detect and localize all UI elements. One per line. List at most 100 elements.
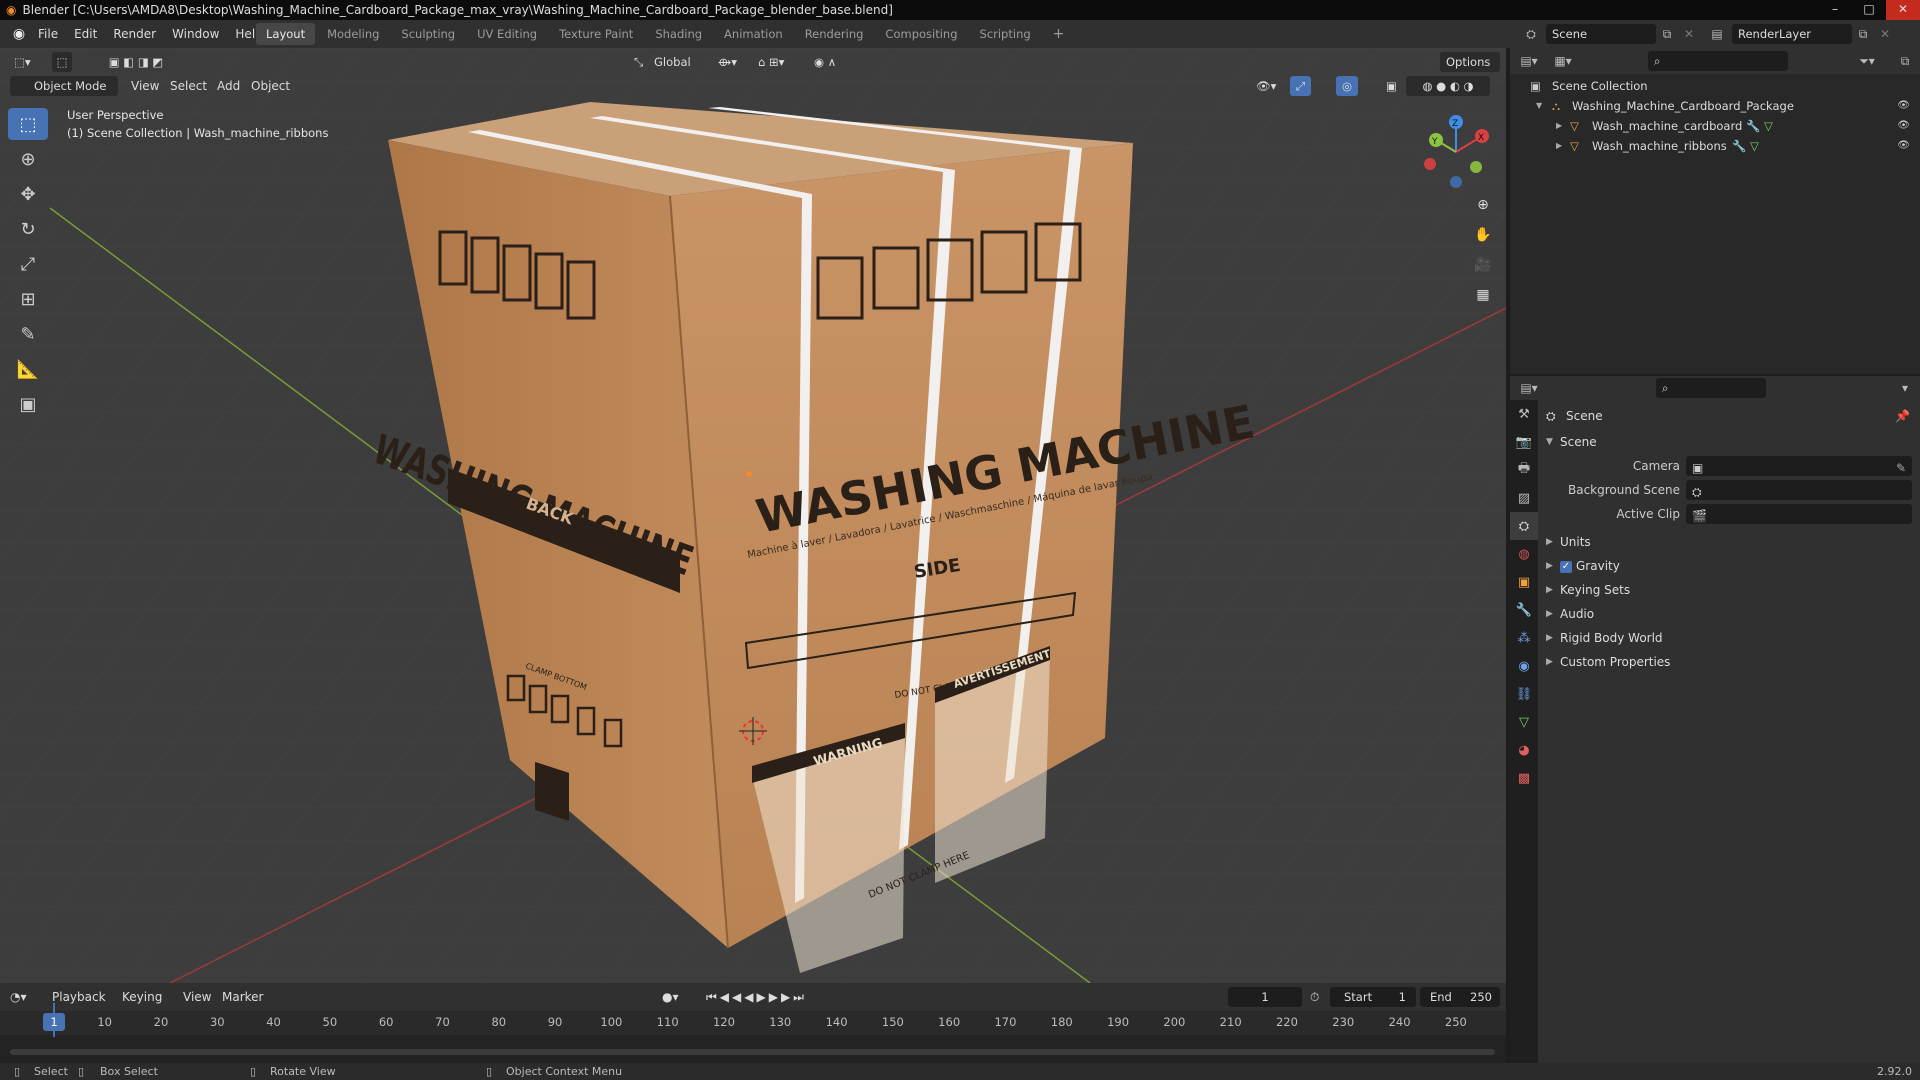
menu-window[interactable]: Window bbox=[164, 20, 227, 48]
viewport-canvas[interactable]: WASHING MACHINE Machine à laver / Lavado… bbox=[0, 48, 1506, 983]
delete-layer-icon[interactable]: ✕ bbox=[1874, 23, 1896, 45]
expand-icon[interactable]: ▶ bbox=[1556, 136, 1562, 156]
outliner-editor-icon[interactable]: ▤▾ bbox=[1518, 50, 1540, 72]
new-scene-icon[interactable]: ⧉ bbox=[1656, 23, 1678, 45]
outliner-row-ribbons[interactable]: ▶ ▽ Wash_machine_ribbons 🔧 ▽ 👁 bbox=[1510, 136, 1920, 156]
add-cube-tool[interactable]: ▣ bbox=[8, 388, 48, 420]
measure-tool[interactable]: 📐 bbox=[8, 353, 48, 385]
tab-scene-icon[interactable]: ⛭ bbox=[1510, 512, 1538, 540]
select-box-tool[interactable]: ⬚ bbox=[8, 108, 48, 140]
outliner-search-input[interactable]: ⌕ bbox=[1648, 51, 1788, 71]
gravity-panel[interactable]: ▶ ✓ Gravity bbox=[1538, 554, 1920, 578]
shading-modes[interactable]: ◍ ● ◐ ◑ bbox=[1406, 76, 1490, 96]
tab-sculpting[interactable]: Sculpting bbox=[391, 23, 465, 45]
tab-scripting[interactable]: Scripting bbox=[970, 23, 1041, 45]
visibility-icon[interactable]: 👁▾ bbox=[1250, 76, 1282, 96]
tab-modeling[interactable]: Modeling bbox=[317, 23, 389, 45]
tab-output-icon[interactable]: 🖶 bbox=[1510, 456, 1538, 484]
gravity-checkbox[interactable]: ✓ bbox=[1560, 560, 1572, 573]
background-scene-field[interactable]: ⛭ bbox=[1686, 480, 1912, 500]
options-dropdown[interactable]: Options bbox=[1440, 52, 1500, 72]
tab-view-layer-icon[interactable]: ▨ bbox=[1510, 484, 1538, 512]
tab-shading[interactable]: Shading bbox=[645, 23, 712, 45]
scene-selector[interactable]: Scene bbox=[1546, 24, 1656, 44]
properties-options-icon[interactable]: ▾ bbox=[1894, 377, 1916, 399]
keying-sets-panel[interactable]: ▶ Keying Sets bbox=[1538, 578, 1920, 602]
menu-view[interactable]: View bbox=[131, 76, 159, 96]
preview-range-icon[interactable]: ⏱ bbox=[1310, 983, 1319, 1011]
camera-view-icon[interactable]: 🎥 bbox=[1470, 252, 1496, 278]
start-frame-field[interactable]: Start 1 bbox=[1330, 987, 1416, 1007]
menu-keying[interactable]: Keying bbox=[122, 983, 162, 1011]
visibility-eye-icon[interactable]: 👁 bbox=[1897, 116, 1910, 136]
eyedropper-icon[interactable]: ✎ bbox=[1896, 456, 1906, 480]
tab-particles-icon[interactable]: ⁂ bbox=[1510, 624, 1538, 652]
properties-editor-icon[interactable]: ▤▾ bbox=[1518, 377, 1540, 399]
select-tool-button[interactable]: ⬚ bbox=[52, 52, 72, 72]
timeline-editor-icon[interactable]: ◔▾ bbox=[10, 983, 27, 1011]
outliner-row-collection[interactable]: ▼ ⛬ Washing_Machine_Cardboard_Package 👁 bbox=[1510, 96, 1920, 116]
delete-scene-icon[interactable]: ✕ bbox=[1678, 23, 1700, 45]
units-panel[interactable]: ▶ Units bbox=[1538, 530, 1920, 554]
expand-icon[interactable]: ▶ bbox=[1556, 116, 1562, 136]
snap-icon[interactable]: ⌂ ⊞▾ bbox=[752, 52, 790, 72]
properties-search-input[interactable]: ⌕ bbox=[1656, 378, 1766, 398]
active-clip-field[interactable]: 🎬 bbox=[1686, 504, 1912, 524]
menu-marker[interactable]: Marker bbox=[222, 983, 263, 1011]
scale-tool[interactable]: ⤢ bbox=[8, 248, 48, 280]
pin-icon[interactable]: 📌 bbox=[1895, 404, 1910, 428]
transform-orientation-icon[interactable]: ⤡ bbox=[628, 52, 649, 72]
camera-field[interactable]: ▣ ✎ bbox=[1686, 456, 1912, 476]
rigid-body-world-panel[interactable]: ▶ Rigid Body World bbox=[1538, 626, 1920, 650]
tab-data-icon[interactable]: ▽ bbox=[1510, 708, 1538, 736]
tab-material-icon[interactable]: ◕ bbox=[1510, 736, 1538, 764]
xray-toggle-icon[interactable]: ▣ bbox=[1380, 76, 1403, 96]
cursor-tool[interactable]: ⊕ bbox=[8, 143, 48, 175]
scene-icon[interactable]: ⛭ bbox=[1520, 23, 1542, 45]
pivot-point-icon[interactable]: ⟴▾ bbox=[712, 52, 743, 72]
tab-constraints-icon[interactable]: ⛓ bbox=[1510, 680, 1538, 708]
frame-ruler[interactable]: 10 20 30 40 50 60 70 80 90 100 110 120 130 140 150 160 1… bbox=[0, 1011, 1506, 1035]
custom-properties-panel[interactable]: ▶ Custom Properties bbox=[1538, 650, 1920, 674]
timeline-scrollbar[interactable] bbox=[10, 1049, 1495, 1055]
tab-render-icon[interactable]: 📷 bbox=[1510, 428, 1538, 456]
new-layer-icon[interactable]: ⧉ bbox=[1852, 23, 1874, 45]
outliner-row-cardboard[interactable]: ▶ ▽ Wash_machine_cardboard 🔧 ▽ 👁 bbox=[1510, 116, 1920, 136]
pan-hand-icon[interactable]: ✋ bbox=[1470, 222, 1496, 248]
collapse-icon[interactable]: ▼ bbox=[1536, 96, 1542, 116]
outliner-row-scene-collection[interactable]: ▣ Scene Collection bbox=[1510, 76, 1920, 96]
render-layer-selector[interactable]: RenderLayer bbox=[1732, 24, 1852, 44]
menu-file[interactable]: File bbox=[30, 20, 66, 48]
navigation-gizmo[interactable]: Z X Y bbox=[1416, 112, 1496, 192]
menu-select[interactable]: Select bbox=[170, 76, 207, 96]
tab-object-icon[interactable]: ▣ bbox=[1510, 568, 1538, 596]
tab-texture-paint[interactable]: Texture Paint bbox=[549, 23, 643, 45]
tab-rendering[interactable]: Rendering bbox=[795, 23, 874, 45]
new-collection-icon[interactable]: ⧉ bbox=[1894, 50, 1916, 72]
tab-texture-icon[interactable]: ▩ bbox=[1510, 764, 1538, 792]
tab-physics-icon[interactable]: ◉ bbox=[1510, 652, 1538, 680]
tab-world-icon[interactable]: ◍ bbox=[1510, 540, 1538, 568]
mode-dropdown[interactable]: Object Mode bbox=[10, 76, 118, 96]
scene-panel-header[interactable]: ▼ Scene bbox=[1538, 430, 1920, 454]
tab-tool-icon[interactable]: ⚒ bbox=[1510, 400, 1538, 428]
display-mode-icon[interactable]: ▦▾ bbox=[1552, 50, 1574, 72]
tab-uv-editing[interactable]: UV Editing bbox=[467, 23, 547, 45]
visibility-eye-icon[interactable]: 👁 bbox=[1897, 136, 1910, 156]
editor-type-button[interactable]: ⬚▾ bbox=[8, 52, 37, 72]
transform-tool[interactable]: ⊞ bbox=[8, 283, 48, 315]
annotate-tool[interactable]: ✎ bbox=[8, 318, 48, 350]
selection-mode-buttons[interactable]: ▣ ◧ ◨ ◩ bbox=[90, 52, 182, 72]
ortho-toggle-icon[interactable]: ▦ bbox=[1470, 282, 1496, 308]
close-button[interactable]: ✕ bbox=[1886, 0, 1920, 20]
end-frame-field[interactable]: End 250 bbox=[1420, 987, 1500, 1007]
menu-timeline-view[interactable]: View bbox=[183, 983, 211, 1011]
audio-panel[interactable]: ▶ Audio bbox=[1538, 602, 1920, 626]
gizmo-toggle-icon[interactable]: ⤢ bbox=[1290, 76, 1312, 96]
transform-orientation-dropdown[interactable]: Global bbox=[648, 52, 697, 72]
proportional-edit-icon[interactable]: ◉ ∧ bbox=[808, 52, 842, 72]
render-layer-icon[interactable]: ▤ bbox=[1706, 23, 1728, 45]
menu-edit[interactable]: Edit bbox=[66, 20, 105, 48]
menu-object[interactable]: Object bbox=[251, 76, 290, 96]
current-frame-field[interactable]: 1 bbox=[1228, 987, 1302, 1007]
